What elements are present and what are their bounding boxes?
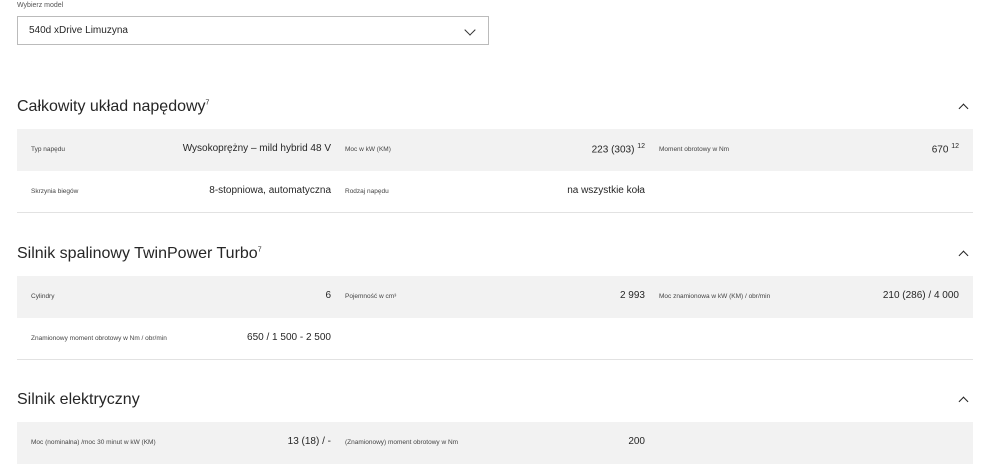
section-electric-motor: Silnik elektryczny Moc (nominalna) /moc …: [17, 389, 973, 474]
model-select-label: Wybierz model: [17, 2, 64, 9]
spec-cell: Typ napędu Wysokoprężny – mild hybrid 48…: [17, 129, 331, 171]
spec-cell: Pojemność w cm³ 2 993: [331, 276, 645, 318]
spec-cell: Moc znamionowa w kW (KM) / obr/min 210 (…: [645, 276, 959, 318]
spec-label: Skrzynia biegów: [31, 188, 79, 195]
spec-cell: Skrzynia biegów 8-stopniowa, automatyczn…: [17, 171, 331, 213]
collapse-toggle-chevron-up-icon[interactable]: [958, 394, 970, 406]
collapse-toggle-chevron-up-icon[interactable]: [958, 101, 970, 113]
spec-value: na wszystkie koła: [567, 185, 645, 196]
spec-label: Rodzaj napędu: [345, 188, 389, 195]
section-title: Całkowity układ napędowy7: [17, 98, 210, 115]
spec-cell: Znamionowy moment obrotowy w Nm / obr/mi…: [17, 318, 331, 360]
section-powertrain: Całkowity układ napędowy7 Typ napędu Wys…: [17, 96, 973, 214]
spec-value: Wysokoprężny – mild hybrid 48 V: [182, 143, 331, 154]
footnote-marker: 7: [257, 246, 262, 254]
spec-cell: Moc w kW (KM) 223 (303) 12: [331, 129, 645, 171]
model-select[interactable]: 540d xDrive Limuzyna: [17, 16, 489, 45]
spec-label: Typ napędu: [31, 146, 65, 153]
footnote-marker: 12: [637, 143, 645, 150]
spec-cell: Moc (nominalna) /moc 30 minut w kW (KM) …: [17, 422, 331, 464]
spec-value: 650 / 1 500 - 2 500: [247, 332, 331, 343]
spec-label: Moc w kW (KM): [345, 146, 391, 153]
spec-row: Moc (nominalna) /moc 30 minut w kW (KM) …: [17, 422, 973, 464]
spec-cell: (Znamionowy) moment obrotowy w Nm 200: [331, 422, 645, 464]
spec-label: Moc znamionowa w kW (KM) / obr/min: [659, 293, 771, 300]
section-title: Silnik elektryczny: [17, 391, 140, 408]
spec-cell: Moment obrotowy w Nm 670 12: [645, 129, 959, 171]
spec-value: 8-stopniowa, automatyczna: [209, 185, 331, 196]
spec-value: 200: [628, 436, 645, 447]
spec-label: Cylindry: [31, 293, 55, 300]
spec-label: Moment obrotowy w Nm: [659, 146, 730, 153]
spec-value: 2 993: [619, 290, 645, 301]
spec-row: Znamionowy moment obrotowy w Nm / obr/mi…: [17, 318, 973, 360]
spec-label: (Znamionowy) moment obrotowy w Nm: [345, 439, 459, 446]
section-title: Silnik spalinowy TwinPower Turbo7: [17, 245, 262, 262]
collapse-toggle-chevron-up-icon[interactable]: [958, 248, 970, 260]
spec-value: 223 (303) 12: [591, 143, 645, 156]
spec-value: 210 (286) / 4 000: [882, 290, 959, 301]
spec-value: 670 12: [931, 143, 959, 156]
spec-row: Cylindry 6 Pojemność w cm³ 2 993 Moc zna…: [17, 276, 973, 318]
footnote-marker: 12: [951, 143, 959, 150]
footnote-marker: 7: [205, 99, 210, 107]
spec-value: 13 (18) / -: [287, 436, 331, 447]
spec-cell: Cylindry 6: [17, 276, 331, 318]
section-combustion-engine: Silnik spalinowy TwinPower Turbo7 Cylind…: [17, 243, 973, 361]
spec-label: Moc (nominalna) /moc 30 minut w kW (KM): [31, 439, 156, 446]
spec-label: Pojemność w cm³: [345, 293, 397, 300]
spec-cell: Rodzaj napędu na wszystkie koła: [331, 171, 645, 213]
model-select-value: 540d xDrive Limuzyna: [29, 25, 128, 36]
spec-row: Skrzynia biegów 8-stopniowa, automatyczn…: [17, 171, 973, 213]
chevron-down-icon: [464, 24, 476, 36]
spec-label: Znamionowy moment obrotowy w Nm / obr/mi…: [31, 335, 167, 342]
spec-row: Typ napędu Wysokoprężny – mild hybrid 48…: [17, 129, 973, 171]
